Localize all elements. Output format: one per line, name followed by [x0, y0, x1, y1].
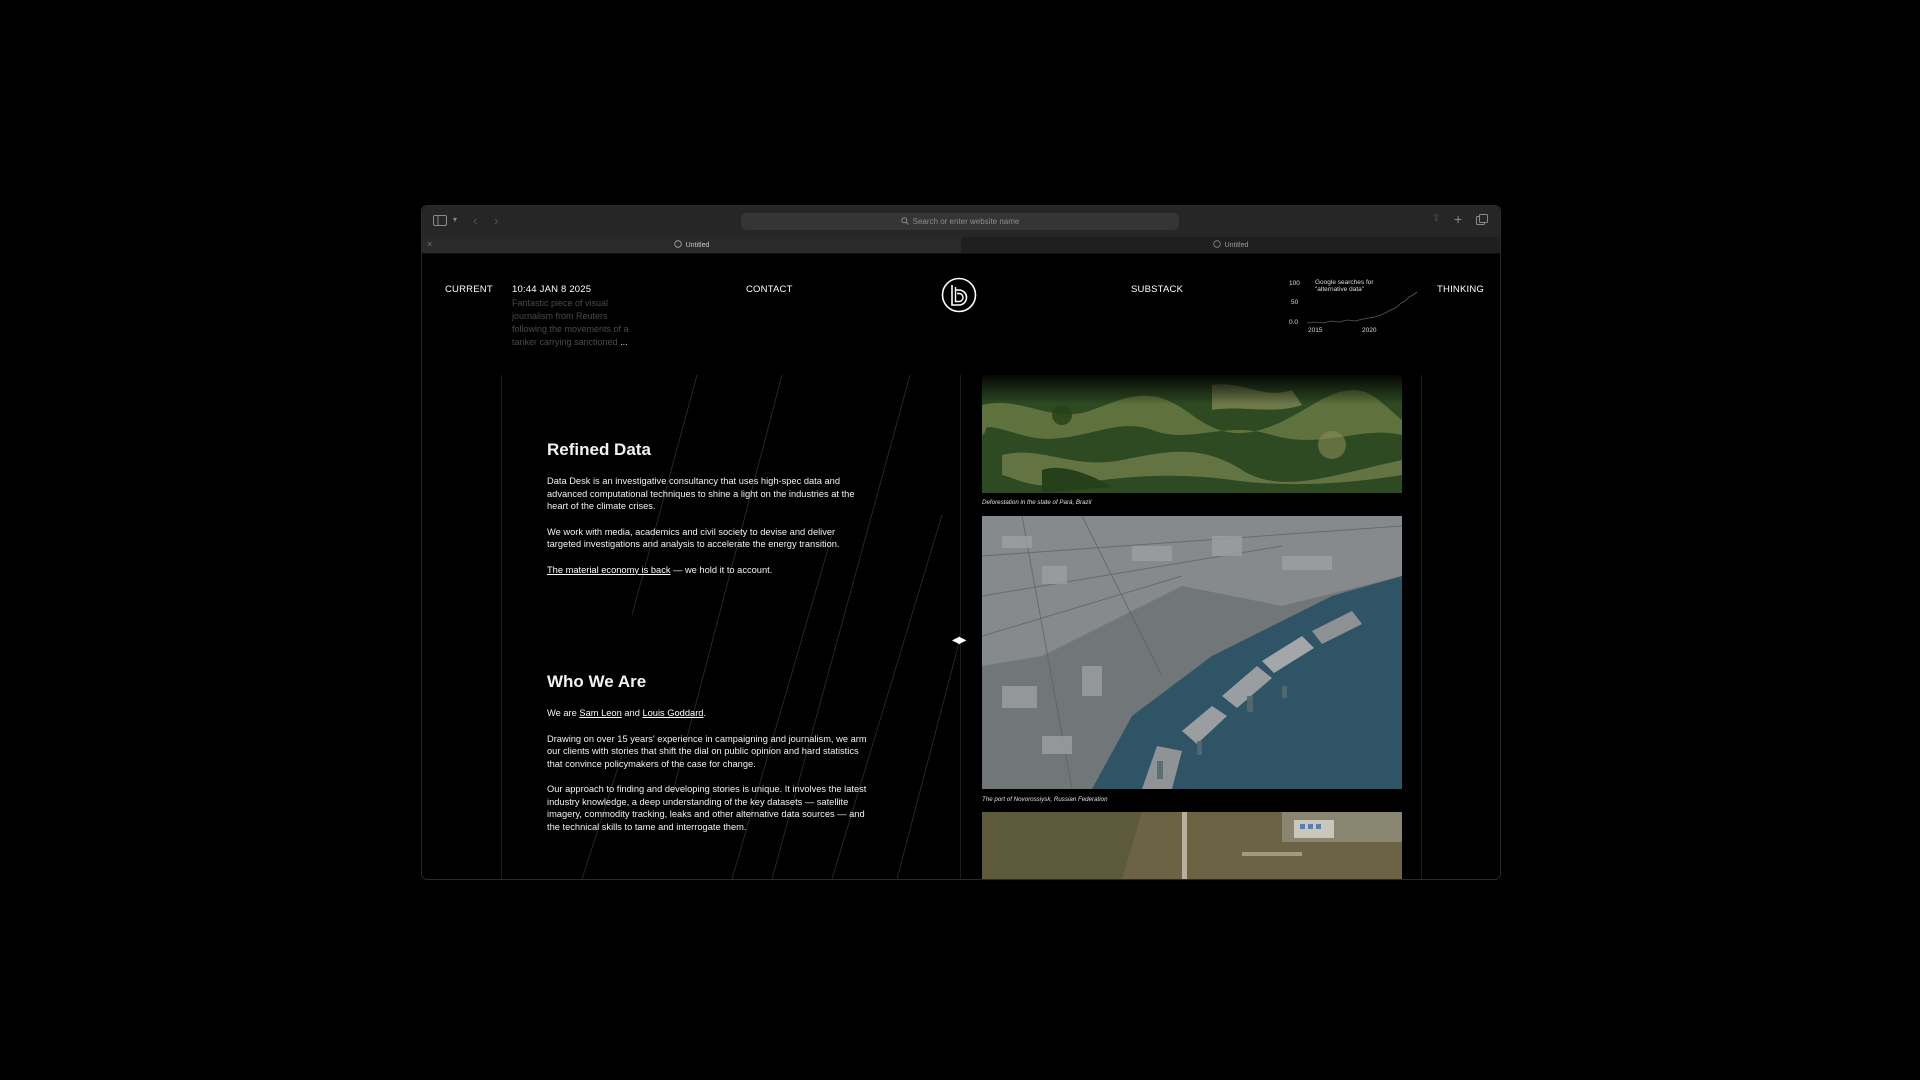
tab-label: Untitled — [1224, 241, 1249, 249]
browser-window: ▾ ‹ › Search or enter website name ⇪ + ×… — [421, 205, 1501, 880]
refined-paragraph-2: We work with media, academics and civil … — [547, 526, 840, 550]
material-economy-link[interactable]: The material economy is back — [547, 565, 671, 575]
search-icon — [900, 216, 909, 227]
back-icon[interactable]: ‹ — [473, 214, 477, 227]
compass-icon — [673, 240, 682, 250]
material-economy-suffix: — we hold it to account. — [670, 564, 773, 575]
search-trend-line — [1307, 291, 1418, 324]
refined-data-heading: Refined Data — [547, 440, 651, 459]
compass-icon — [1212, 240, 1221, 250]
x-tick-2015: 2015 — [1308, 327, 1323, 334]
share-icon[interactable]: ⇪ — [1432, 214, 1440, 224]
chevron-down-icon[interactable]: ▾ — [453, 216, 457, 224]
tab-untitled-1[interactable]: × Untitled — [422, 237, 961, 253]
who-intro: We are — [547, 708, 580, 718]
website: CURRENT 10:44 JAN 8 2025 Fantastic piece… — [422, 254, 1500, 879]
who-we-are-section: Who We Are We are Sam Leon and Louis God… — [547, 672, 867, 846]
forward-icon[interactable]: › — [494, 214, 498, 227]
refined-paragraph-3: The material economy is back — we hold i… — [547, 564, 867, 577]
sam-leon-link[interactable]: Sam Leon — [579, 708, 621, 718]
tab-bar: × Untitled Untitled — [422, 237, 1500, 254]
new-tab-icon[interactable]: + — [1454, 212, 1462, 226]
nav-contact[interactable]: CONTACT — [746, 284, 793, 295]
louis-goddard-link[interactable]: Louis Goddard — [642, 708, 703, 718]
x-tick-2020: 2020 — [1362, 327, 1377, 334]
close-icon[interactable]: × — [427, 239, 432, 249]
industrial-site-satellite-image — [982, 812, 1402, 879]
y-tick-0: 0.0 — [1289, 319, 1299, 326]
tab-label: Untitled — [685, 241, 710, 249]
who-paragraph-2: Drawing on over 15 years' experience in … — [547, 733, 867, 769]
who-paragraph-1: We are Sam Leon and Louis Goddard. — [547, 707, 867, 720]
refined-paragraph-1: Data Desk is an investigative consultanc… — [547, 476, 855, 511]
browser-toolbar: ▾ ‹ › Search or enter website name ⇪ + — [422, 206, 1500, 238]
nav-substack[interactable]: SUBSTACK — [1131, 284, 1183, 295]
nav-thinking[interactable]: THINKING — [1437, 284, 1484, 295]
novorossiysk-port-satellite-image — [982, 516, 1402, 789]
datadesk-logo-icon[interactable] — [941, 277, 977, 313]
address-bar[interactable]: Search or enter website name — [741, 213, 1179, 230]
who-and: and — [621, 708, 643, 718]
tab-untitled-2[interactable]: Untitled — [961, 237, 1500, 253]
current-timestamp: 10:44 JAN 8 2025 — [512, 284, 592, 295]
address-placeholder: Search or enter website name — [912, 217, 1020, 226]
y-tick-100: 100 — [1289, 280, 1300, 287]
teaser-ellipsis: ... — [620, 337, 628, 347]
deforestation-caption: Deforestation in the state of Pará, Braz… — [982, 499, 1092, 506]
refined-data-section: Refined Data Data Desk is an investigati… — [547, 440, 867, 589]
image-pane[interactable]: Deforestation in the state of Pará, Braz… — [961, 375, 1422, 879]
tab-overview-icon[interactable] — [1476, 214, 1488, 227]
teaser-text: Fantastic piece of visual journalism fro… — [512, 298, 629, 347]
y-tick-50: 50 — [1291, 299, 1299, 306]
who-period: . — [703, 708, 707, 718]
who-we-are-heading: Who We Are — [547, 672, 647, 691]
who-paragraph-3: Our approach to finding and developing s… — [547, 784, 867, 832]
nav-current[interactable]: CURRENT — [445, 284, 493, 295]
current-teaser[interactable]: Fantastic piece of visual journalism fro… — [512, 297, 642, 349]
deforestation-satellite-image — [982, 375, 1402, 493]
sidebar-toggle-icon[interactable] — [433, 215, 447, 228]
alt-data-search-chart[interactable]: 100 50 0.0 Google searches for "alternat… — [1289, 279, 1419, 341]
text-pane[interactable]: Refined Data Data Desk is an investigati… — [501, 375, 961, 879]
novorossiysk-caption: The port of Novorossiysk, Russian Federa… — [982, 796, 1108, 803]
